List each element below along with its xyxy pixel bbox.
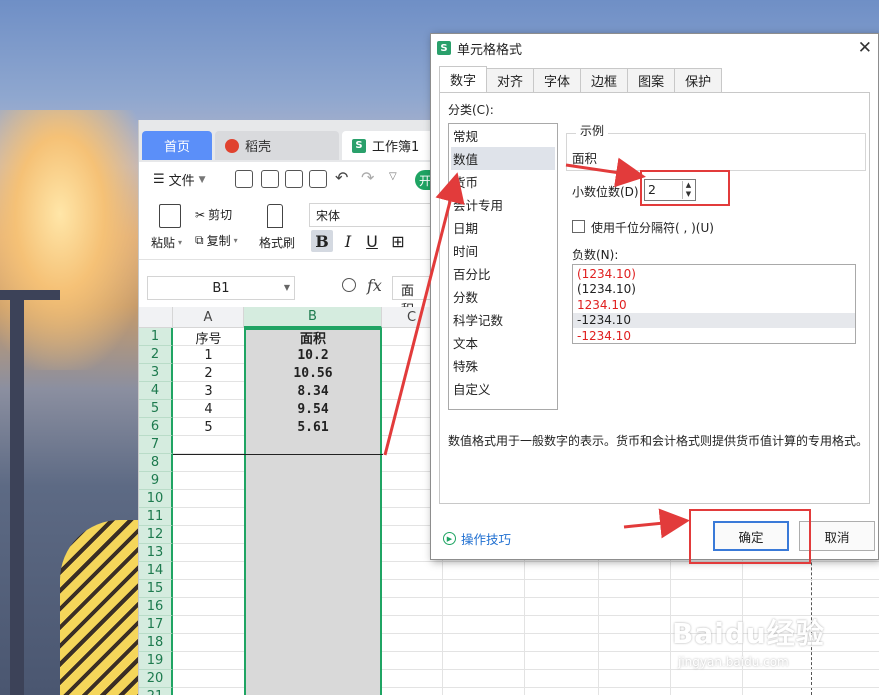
tab-number[interactable]: 数字 bbox=[439, 66, 488, 92]
arrow-to-category bbox=[383, 172, 465, 456]
annotation-arrows bbox=[383, 157, 690, 539]
watermark-url: jingyan.baidu.com bbox=[678, 655, 789, 669]
tab-label: 数字 bbox=[450, 74, 477, 89]
arrow-to-ok bbox=[623, 508, 690, 539]
desktop: 首页 稻壳 S 工作簿1 ☰ 文件 ▼ ↶ ↷ ▽ 开 粘贴 ▾ ✂ 剪切 ⧉ 复制 ▾ 格式… bbox=[0, 0, 879, 695]
baidu-watermark: Baidu经验 bbox=[672, 617, 825, 650]
arrow-to-decimal bbox=[565, 157, 646, 188]
